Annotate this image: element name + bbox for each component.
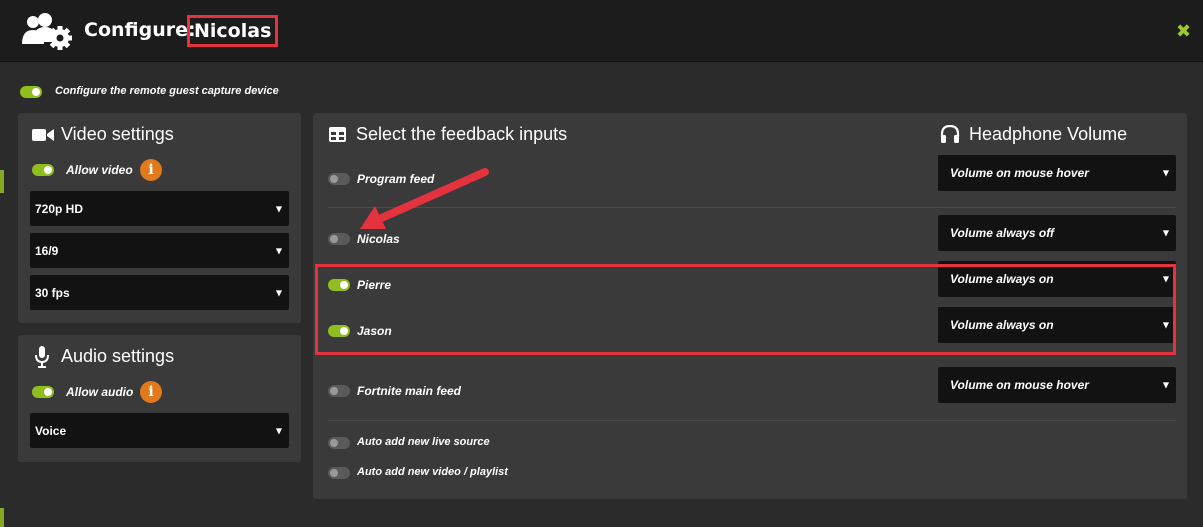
fps-select[interactable]: 30 fps ▼ xyxy=(30,275,289,310)
allow-audio-toggle[interactable] xyxy=(32,386,54,398)
arrow-annotation xyxy=(360,168,489,229)
volume-select-fortnite-main-feed[interactable]: Volume on mouse hover ▼ xyxy=(938,367,1176,403)
chevron-down-icon: ▼ xyxy=(275,246,282,255)
audio-mode-select[interactable]: Voice ▼ xyxy=(30,413,289,448)
chevron-down-icon: ▼ xyxy=(275,426,282,435)
allow-video-label: Allow video xyxy=(66,163,133,177)
divider xyxy=(328,420,1176,421)
video-camera-icon xyxy=(32,129,54,141)
dialog-title-prefix: Configure: xyxy=(84,19,196,41)
chevron-down-icon: ▼ xyxy=(1162,380,1169,390)
program-feed-toggle[interactable] xyxy=(328,173,350,185)
highlight-box xyxy=(315,264,1176,355)
dialog-title-name: Nicolas xyxy=(187,15,279,47)
remote-capture-toggle[interactable] xyxy=(20,86,42,98)
info-icon[interactable]: i xyxy=(140,159,162,181)
auto-add-video-playlist-toggle[interactable] xyxy=(328,467,350,479)
microphone-icon xyxy=(35,346,49,368)
chevron-down-icon: ▼ xyxy=(1162,228,1169,238)
fortnite-main-feed-toggle[interactable] xyxy=(328,385,350,397)
left-edge-accent xyxy=(0,508,4,527)
auto-add-video-playlist-label: Auto add new video / playlist xyxy=(357,466,508,478)
audio-settings-panel: Audio settings Allow audio i Voice ▼ xyxy=(18,335,301,462)
feedback-title: Select the feedback inputs xyxy=(356,124,568,144)
auto-add-live-source-toggle[interactable] xyxy=(328,437,350,449)
headphones-icon xyxy=(940,125,960,143)
left-edge-accent xyxy=(0,170,4,193)
volume-select-program-feed[interactable]: Volume on mouse hover ▼ xyxy=(938,155,1176,191)
dialog-header: Configure: Nicolas ✖ xyxy=(0,0,1203,62)
auto-add-live-source-label: Auto add new live source xyxy=(357,436,490,448)
aspect-ratio-select[interactable]: 16/9 ▼ xyxy=(30,233,289,268)
resolution-select[interactable]: 720p HD ▼ xyxy=(30,191,289,226)
chevron-down-icon: ▼ xyxy=(275,204,282,213)
nicolas-toggle[interactable] xyxy=(328,233,350,245)
headphone-volume-title: Headphone Volume xyxy=(969,124,1128,144)
chevron-down-icon: ▼ xyxy=(1162,168,1169,178)
users-gear-icon xyxy=(20,12,76,52)
remote-capture-label: Configure the remote guest capture devic… xyxy=(55,85,279,97)
info-icon[interactable]: i xyxy=(140,381,162,403)
volume-select-nicolas[interactable]: Volume always off ▼ xyxy=(938,215,1176,251)
grid-icon xyxy=(329,127,346,142)
video-settings-panel: Video settings Allow video i 720p HD ▼ 1… xyxy=(18,113,301,323)
allow-audio-label: Allow audio xyxy=(66,385,134,399)
allow-video-toggle[interactable] xyxy=(32,164,54,176)
chevron-down-icon: ▼ xyxy=(275,288,282,297)
audio-settings-title: Audio settings xyxy=(61,346,175,366)
video-settings-title: Video settings xyxy=(61,124,174,144)
feedback-input-label: Fortnite main feed xyxy=(357,384,462,398)
close-icon[interactable]: ✖ xyxy=(1176,21,1191,42)
